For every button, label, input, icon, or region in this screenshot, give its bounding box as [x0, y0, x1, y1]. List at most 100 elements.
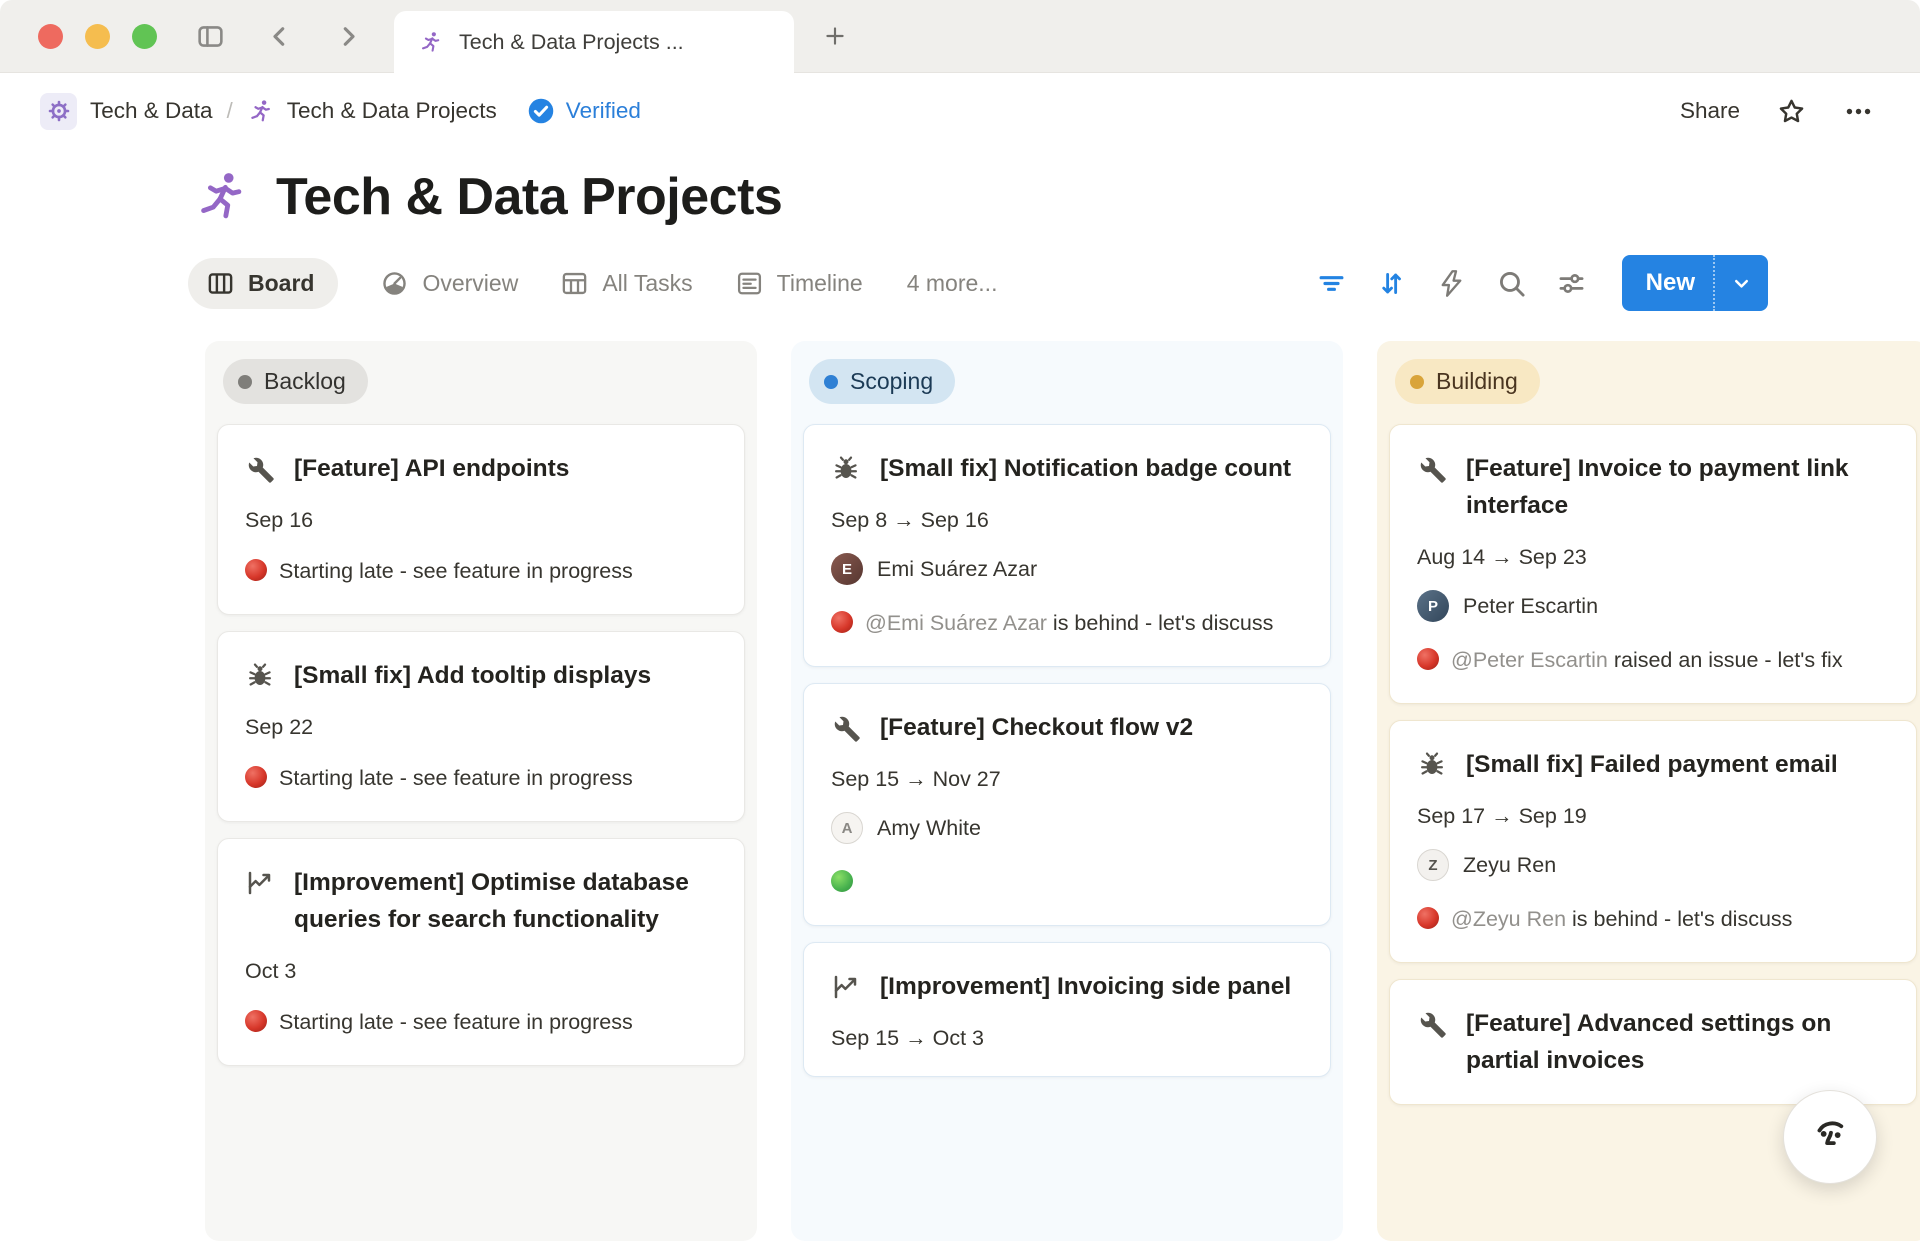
column-backlog: Backlog [Feature] API endpoints Sep 16 S… [205, 341, 757, 1241]
task-date: Oct 3 [245, 959, 717, 984]
timeline-icon [735, 269, 764, 298]
task-date: Sep 15 → Nov 27 [831, 767, 1303, 792]
avatar: P [1417, 590, 1449, 622]
breadcrumb-separator: / [227, 98, 233, 124]
close-window-button[interactable] [38, 24, 63, 49]
back-button[interactable] [264, 21, 295, 52]
task-date: Sep 17 → Sep 19 [1417, 804, 1889, 829]
task-title: [Improvement] Optimise database queries … [294, 864, 717, 938]
more-options-icon[interactable] [1843, 96, 1874, 127]
column-header-building[interactable]: Building [1395, 359, 1540, 404]
table-icon [560, 269, 589, 298]
new-tab-button[interactable] [822, 23, 848, 49]
tab-board[interactable]: Board [188, 258, 338, 309]
bug-icon [831, 454, 861, 484]
task-card[interactable]: [Small fix] Notification badge count Sep… [803, 424, 1331, 667]
task-card[interactable]: [Small fix] Failed payment email Sep 17 … [1389, 720, 1917, 963]
more-views-button[interactable]: 4 more... [907, 270, 998, 297]
avatar: E [831, 553, 863, 585]
task-status: @Zeyu Ren is behind - let's discuss [1417, 901, 1889, 937]
tab-overview[interactable]: Overview [380, 269, 518, 298]
task-card[interactable]: [Feature] API endpoints Sep 16 Starting … [217, 424, 745, 615]
red-circle-icon [1417, 648, 1439, 670]
share-button[interactable]: Share [1680, 98, 1740, 124]
task-status: Starting late - see feature in progress [245, 1004, 717, 1040]
task-date: Sep 8 → Sep 16 [831, 508, 1303, 533]
red-circle-icon [831, 611, 853, 633]
task-card[interactable]: [Feature] Invoice to payment link interf… [1389, 424, 1917, 704]
filter-icon[interactable] [1316, 268, 1347, 299]
status-dot-icon [1410, 375, 1424, 389]
task-title: [Small fix] Add tooltip displays [294, 657, 651, 694]
column-header-backlog[interactable]: Backlog [223, 359, 368, 404]
runner-icon [247, 98, 274, 125]
top-bar: Tech & Data / Tech & Data Projects Verif… [0, 73, 1920, 149]
task-card[interactable]: [Improvement] Invoicing side panel Sep 1… [803, 942, 1331, 1077]
tab-all-tasks[interactable]: All Tasks [560, 269, 692, 298]
column-header-scoping[interactable]: Scoping [809, 359, 955, 404]
task-status: Starting late - see feature in progress [245, 553, 717, 589]
page-runner-icon[interactable] [192, 168, 250, 226]
task-title: [Feature] API endpoints [294, 450, 569, 487]
zoom-window-button[interactable] [132, 24, 157, 49]
chart-up-icon [831, 972, 861, 1002]
chevron-down-icon [1730, 272, 1753, 295]
page-title: Tech & Data Projects [276, 167, 782, 227]
task-date: Sep 16 [245, 508, 717, 533]
favorite-star-icon[interactable] [1776, 96, 1807, 127]
task-status: Starting late - see feature in progress [245, 760, 717, 796]
board-icon [206, 269, 235, 298]
bug-icon [245, 661, 275, 691]
new-button[interactable]: New [1622, 255, 1768, 311]
wrench-icon [245, 454, 275, 484]
task-status [831, 864, 1303, 900]
task-status: @Peter Escartin raised an issue - let's … [1417, 642, 1889, 678]
traffic-lights [38, 24, 157, 49]
kanban-board: Backlog [Feature] API endpoints Sep 16 S… [0, 341, 1920, 1241]
new-dropdown-button[interactable] [1713, 255, 1768, 311]
ai-assistant-button[interactable] [1783, 1090, 1877, 1184]
wrench-icon [1417, 1009, 1447, 1039]
task-card[interactable]: [Feature] Advanced settings on partial i… [1389, 979, 1917, 1105]
task-card[interactable]: [Small fix] Add tooltip displays Sep 22 … [217, 631, 745, 822]
sliders-icon[interactable] [1556, 268, 1587, 299]
sort-icon[interactable] [1376, 268, 1407, 299]
red-circle-icon [245, 559, 267, 581]
verified-check-icon [527, 97, 555, 125]
task-card[interactable]: [Improvement] Optimise database queries … [217, 838, 745, 1066]
column-scoping: Scoping [Small fix] Notification badge c… [791, 341, 1343, 1241]
runner-icon [418, 30, 443, 55]
red-circle-icon [1417, 907, 1439, 929]
view-toolbar: Board Overview All Tasks Timeline 4 more… [0, 255, 1920, 311]
task-title: [Feature] Advanced settings on partial i… [1466, 1005, 1889, 1079]
lightning-icon[interactable] [1436, 268, 1467, 299]
task-title: [Small fix] Failed payment email [1466, 746, 1838, 783]
wrench-icon [1417, 454, 1447, 484]
verified-badge[interactable]: Verified [527, 97, 641, 125]
tab-timeline[interactable]: Timeline [735, 269, 863, 298]
bug-icon [1417, 750, 1447, 780]
task-assignee: A Amy White [831, 812, 1303, 844]
task-assignee: E Emi Suárez Azar [831, 553, 1303, 585]
avatar: Z [1417, 849, 1449, 881]
task-card[interactable]: [Feature] Checkout flow v2 Sep 15 → Nov … [803, 683, 1331, 926]
toggle-sidebar-button[interactable] [195, 21, 226, 52]
minimize-window-button[interactable] [85, 24, 110, 49]
red-circle-icon [245, 766, 267, 788]
gear-icon [40, 93, 77, 130]
gauge-icon [380, 269, 409, 298]
browser-tab[interactable]: Tech & Data Projects ... [394, 11, 794, 73]
window-tab-bar: Tech & Data Projects ... [0, 0, 1920, 73]
task-date: Sep 15 → Oct 3 [831, 1026, 1303, 1051]
task-date: Sep 22 [245, 715, 717, 740]
breadcrumb-page[interactable]: Tech & Data Projects [287, 98, 497, 124]
chart-up-icon [245, 868, 275, 898]
forward-button[interactable] [333, 21, 364, 52]
task-date: Aug 14 → Sep 23 [1417, 545, 1889, 570]
search-icon[interactable] [1496, 268, 1527, 299]
task-title: [Feature] Invoice to payment link interf… [1466, 450, 1889, 524]
breadcrumb-workspace[interactable]: Tech & Data [90, 98, 213, 124]
task-title: [Feature] Checkout flow v2 [880, 709, 1193, 746]
status-dot-icon [824, 375, 838, 389]
green-circle-icon [831, 870, 853, 892]
